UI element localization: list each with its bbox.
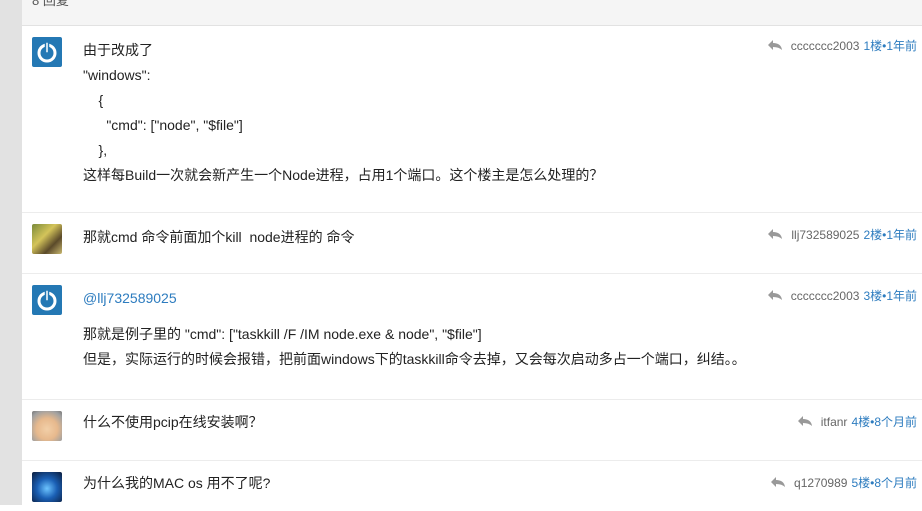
reply-content: 由于改成了 "windows": { "cmd": ["node", "$fil… bbox=[83, 38, 692, 188]
reply-text-line: 由于改成了 bbox=[83, 42, 153, 58]
reply-text-line: 那就是例子里的 "cmd": ["taskkill /F /IM node.ex… bbox=[83, 326, 482, 342]
reply-text-line: "cmd": ["node", "$file"] bbox=[83, 117, 243, 133]
reply-username[interactable]: llj732589025 bbox=[791, 228, 859, 242]
reply-text-line: }, bbox=[83, 142, 108, 158]
reply-text-line: "windows": bbox=[83, 67, 151, 83]
avatar[interactable] bbox=[32, 411, 62, 441]
avatar[interactable] bbox=[32, 472, 62, 502]
reply-item: 什么不使用pcip在线安装啊？ itfanr 4楼•8个月前 bbox=[22, 400, 922, 461]
reply-arrow-icon[interactable] bbox=[797, 413, 813, 433]
reply-username[interactable]: ccccccc2003 bbox=[791, 289, 860, 303]
reply-floor-time[interactable]: 4楼•8个月前 bbox=[851, 415, 917, 429]
reply-arrow-icon[interactable] bbox=[767, 37, 783, 57]
reply-text-line: 为什么我的MAC os 用不了呢? bbox=[83, 475, 271, 491]
reply-floor-time[interactable]: 3楼•1年前 bbox=[863, 289, 917, 303]
reply-count: 8 回复 bbox=[32, 0, 69, 8]
reply-content: @llj732589025 那就是例子里的 "cmd": ["taskkill … bbox=[83, 286, 792, 372]
reply-item: 为什么我的MAC os 用不了呢? q1270989 5楼•8个月前 bbox=[22, 461, 922, 511]
reply-item: 那就cmd 命令前面加个kill node进程的 命令 llj732589025… bbox=[22, 213, 922, 274]
avatar[interactable] bbox=[32, 224, 62, 254]
reply-username[interactable]: itfanr bbox=[821, 415, 848, 429]
reply-floor-time[interactable]: 2楼•1年前 bbox=[863, 228, 917, 242]
power-logo-icon bbox=[37, 289, 57, 311]
reply-count-header: 8 回复 bbox=[22, 0, 922, 26]
mention-link[interactable]: @llj732589025 bbox=[83, 290, 177, 306]
reply-text-line: 这样每Build一次就会新产生一个Node进程，占用1个端口。这个楼主是怎么处理… bbox=[83, 167, 604, 183]
reply-text-line: { bbox=[83, 92, 104, 108]
reply-username[interactable]: ccccccc2003 bbox=[791, 39, 860, 53]
reply-meta: q1270989 5楼•8个月前 bbox=[770, 473, 917, 494]
reply-text-line: 但是，实际运行的时候会报错，把前面windows下的taskkill命令去掉，又… bbox=[83, 351, 746, 367]
reply-username[interactable]: q1270989 bbox=[794, 476, 847, 490]
reply-arrow-icon[interactable] bbox=[770, 474, 786, 494]
power-logo-icon bbox=[37, 41, 57, 63]
reply-meta: llj732589025 2楼•1年前 bbox=[767, 225, 917, 246]
reply-content: 那就cmd 命令前面加个kill node进程的 命令 bbox=[83, 225, 692, 250]
reply-text-line: 什么不使用pcip在线安装啊？ bbox=[83, 414, 263, 430]
reply-arrow-icon[interactable] bbox=[767, 287, 783, 307]
reply-meta: ccccccc2003 3楼•1年前 bbox=[767, 286, 917, 307]
reply-arrow-icon[interactable] bbox=[767, 226, 783, 246]
reply-item: 由于改成了 "windows": { "cmd": ["node", "$fil… bbox=[22, 26, 922, 213]
replies-panel: 8 回复 由于改成了 "windows": { "cmd": ["node", … bbox=[22, 0, 922, 505]
reply-item: @llj732589025 那就是例子里的 "cmd": ["taskkill … bbox=[22, 274, 922, 400]
reply-content: 为什么我的MAC os 用不了呢? bbox=[83, 471, 692, 496]
left-gutter bbox=[0, 0, 22, 505]
reply-meta: ccccccc2003 1楼•1年前 bbox=[767, 36, 917, 57]
mention-line: @llj732589025 bbox=[83, 286, 792, 322]
reply-content: 什么不使用pcip在线安装啊？ bbox=[83, 410, 692, 435]
avatar[interactable] bbox=[32, 37, 62, 67]
reply-floor-time[interactable]: 5楼•8个月前 bbox=[851, 476, 917, 490]
avatar[interactable] bbox=[32, 285, 62, 315]
reply-meta: itfanr 4楼•8个月前 bbox=[797, 412, 917, 433]
reply-text-line: 那就cmd 命令前面加个kill node进程的 命令 bbox=[83, 229, 355, 245]
reply-floor-time[interactable]: 1楼•1年前 bbox=[863, 39, 917, 53]
